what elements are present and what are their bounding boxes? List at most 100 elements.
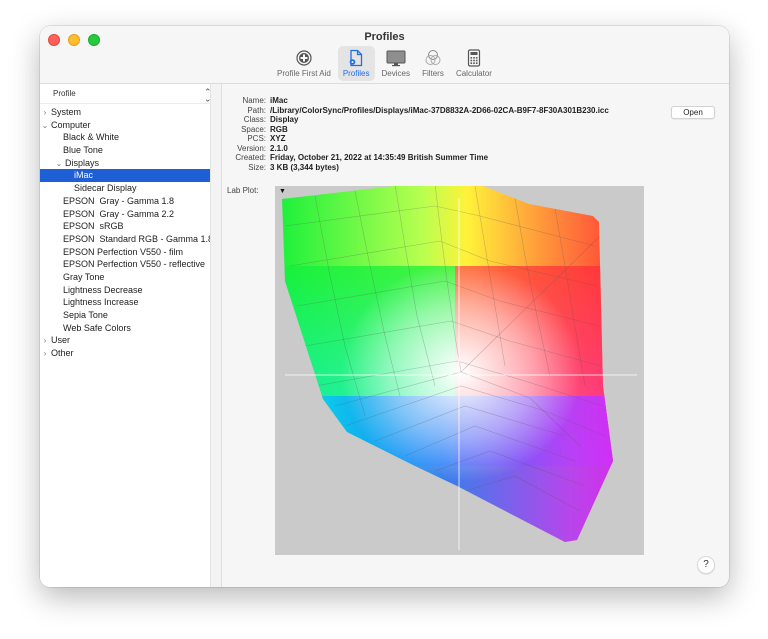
tree-item-label: Gray Tone	[63, 271, 105, 282]
tree-item-label: System	[51, 107, 82, 117]
tree-item-displays[interactable]: ⌄ Displays	[40, 157, 210, 170]
help-button[interactable]: ?	[697, 556, 715, 574]
info-value: Friday, October 21, 2022 at 14:35:49 Bri…	[270, 153, 489, 162]
tree-item-label: EPSON Gray - Gamma 2.2	[63, 208, 175, 219]
column-header-label: Profile	[53, 89, 76, 98]
tree-item-label: EPSON Standard RGB - Gamma 1.8	[63, 233, 210, 244]
profile-detail-pane: Name: iMac Path: /Library/ColorSync/Profil…	[223, 84, 729, 587]
tree-item-sepia-tone[interactable]: Sepia Tone	[40, 309, 210, 322]
tree-item-label: Displays	[65, 157, 100, 168]
tree-item-label: Computer	[51, 119, 91, 130]
tree-item-epson-gray-gamma-1-8[interactable]: EPSON Gray - Gamma 1.8	[40, 195, 210, 208]
sidebar-column-header[interactable]: Profile	[40, 84, 210, 104]
chevron-right-icon[interactable]: ›	[41, 335, 49, 347]
tree-item-user[interactable]: › User	[40, 334, 210, 347]
tab-profile-first-aid[interactable]: Profile First Aid	[272, 46, 336, 81]
tree-item-label: iMac	[74, 170, 94, 181]
info-value: XYZ	[270, 134, 286, 143]
info-key: Size:	[248, 162, 266, 172]
info-key: Created:	[235, 153, 266, 162]
first-aid-icon	[293, 48, 315, 68]
tab-label: Devices	[381, 69, 410, 78]
tree-item-label: EPSON Perfection V550 - film	[63, 246, 184, 257]
calculator-icon	[463, 48, 485, 68]
filters-icon	[422, 48, 444, 68]
tree-item-epson-gray-gamma-2-2[interactable]: EPSON Gray - Gamma 2.2	[40, 208, 210, 221]
tree-item-blue-tone[interactable]: Blue Tone	[40, 144, 210, 157]
chevron-down-icon[interactable]: ⌄	[55, 158, 63, 170]
info-row-created: Created: Friday, October 21, 2022 at 14:3…	[223, 153, 609, 163]
info-value: 2.1.0	[270, 143, 288, 153]
tree-item-epson-srgb[interactable]: EPSON sRGB	[40, 220, 210, 233]
profiles-window: Profiles Profile First Aid Profiles Devi…	[40, 26, 729, 587]
plot-menu-triangle-icon[interactable]: ▼	[279, 188, 286, 195]
title-bar: Profiles Profile First Aid Profiles Devi…	[40, 26, 729, 84]
open-button[interactable]: Open	[671, 106, 715, 119]
tree-item-label: Lightness Increase	[63, 297, 139, 308]
tree-item-label: User	[51, 335, 71, 346]
info-value: Display	[270, 115, 299, 124]
profile-sidebar: Profile › System ⌄ Computer Black & White Blu…	[40, 84, 211, 587]
tree-item-black-white[interactable]: Black & White	[40, 131, 210, 144]
tab-label: Profile First Aid	[277, 69, 331, 78]
info-row-size: Size: 3 KB (3,344 bytes)	[223, 163, 609, 173]
tree-item-label: Black & White	[63, 132, 120, 143]
info-row-path: Path: /Library/ColorSync/Profiles/Display…	[223, 106, 609, 116]
tree-item-epson-standard-rgb-gamma-1-8[interactable]: EPSON Standard RGB - Gamma 1.8	[40, 233, 210, 246]
tree-item-epson-perfection-v550-film[interactable]: EPSON Perfection V550 - film	[40, 246, 210, 259]
window-title: Profiles	[364, 31, 405, 43]
profile-document-icon	[345, 48, 367, 68]
tab-label: Calculator	[455, 69, 492, 78]
info-value: RGB	[270, 124, 288, 134]
lab-plot-label: Lab Plot:	[227, 186, 259, 195]
info-value: iMac	[270, 96, 288, 105]
tree-item-sidecar-display[interactable]: Sidecar Display	[40, 182, 210, 195]
tree-item-web-safe-colors[interactable]: Web Safe Colors	[40, 322, 210, 335]
info-row-version: Version: 2.1.0	[223, 144, 609, 154]
info-key: Path:	[247, 105, 266, 115]
split-divider[interactable]: ⌃ ⌃	[204, 84, 222, 587]
info-value: /Library/ColorSync/Profiles/Displays/iMa…	[270, 105, 609, 115]
info-key: Name:	[242, 96, 266, 105]
chevron-right-icon[interactable]: ›	[41, 348, 49, 360]
tree-item-label: Sepia Tone	[63, 310, 108, 320]
tree-item-other[interactable]: › Other	[40, 347, 210, 360]
info-key: PCS:	[247, 134, 266, 143]
tab-label: Filters	[422, 69, 444, 78]
toolbar: Profile First Aid Profiles Devices Filte…	[40, 46, 729, 81]
info-key: Class:	[243, 115, 266, 124]
tab-label: Profiles	[342, 69, 370, 78]
tree-item-gray-tone[interactable]: Gray Tone	[40, 271, 210, 284]
tree-item-label: Sidecar Display	[74, 183, 137, 194]
info-row-pcs: PCS: XYZ	[223, 134, 609, 144]
tab-filters[interactable]: Filters	[417, 46, 449, 81]
tree-item-lightness-increase[interactable]: Lightness Increase	[40, 296, 210, 309]
tree-item-lightness-decrease[interactable]: Lightness Decrease	[40, 284, 210, 297]
info-key: Space:	[241, 124, 266, 134]
tree-item-label: Lightness Decrease	[63, 284, 143, 295]
chevron-right-icon[interactable]: ›	[41, 107, 49, 119]
tree-item-label: Web Safe Colors	[63, 322, 131, 333]
tree-item-label: Blue Tone	[63, 145, 103, 156]
lab-plot[interactable]: ▼	[275, 186, 644, 555]
tree-item-epson-perfection-v550-reflective[interactable]: EPSON Perfection V550 - reflective	[40, 258, 210, 271]
display-icon	[385, 48, 407, 68]
info-row-name: Name: iMac	[223, 96, 609, 106]
info-row-class: Class: Display	[223, 115, 609, 125]
tree-item-computer[interactable]: ⌄ Computer	[40, 119, 210, 132]
tree-item-label: EPSON Perfection V550 - reflective	[63, 259, 206, 270]
tab-profiles[interactable]: Profiles	[337, 46, 375, 81]
tree-item-label: EPSON sRGB	[63, 221, 124, 232]
lab-gamut-graphic	[282, 186, 637, 550]
info-row-space: Space: RGB	[223, 125, 609, 135]
profile-tree: › System ⌄ Computer Black & White Blue Tone ⌄ D…	[40, 104, 210, 360]
info-value: 3 KB (3,344 bytes)	[270, 162, 339, 172]
chevron-down-icon[interactable]: ⌄	[41, 120, 49, 132]
info-key: Version:	[237, 143, 266, 153]
tree-item-imac[interactable]: iMac	[40, 169, 210, 183]
tree-item-label: Other	[51, 348, 74, 359]
tab-calculator[interactable]: Calculator	[451, 46, 497, 81]
profile-info: Name: iMac Path: /Library/ColorSync/Profil…	[223, 96, 609, 172]
tab-devices[interactable]: Devices	[377, 46, 415, 81]
tree-item-system[interactable]: › System	[40, 106, 210, 119]
